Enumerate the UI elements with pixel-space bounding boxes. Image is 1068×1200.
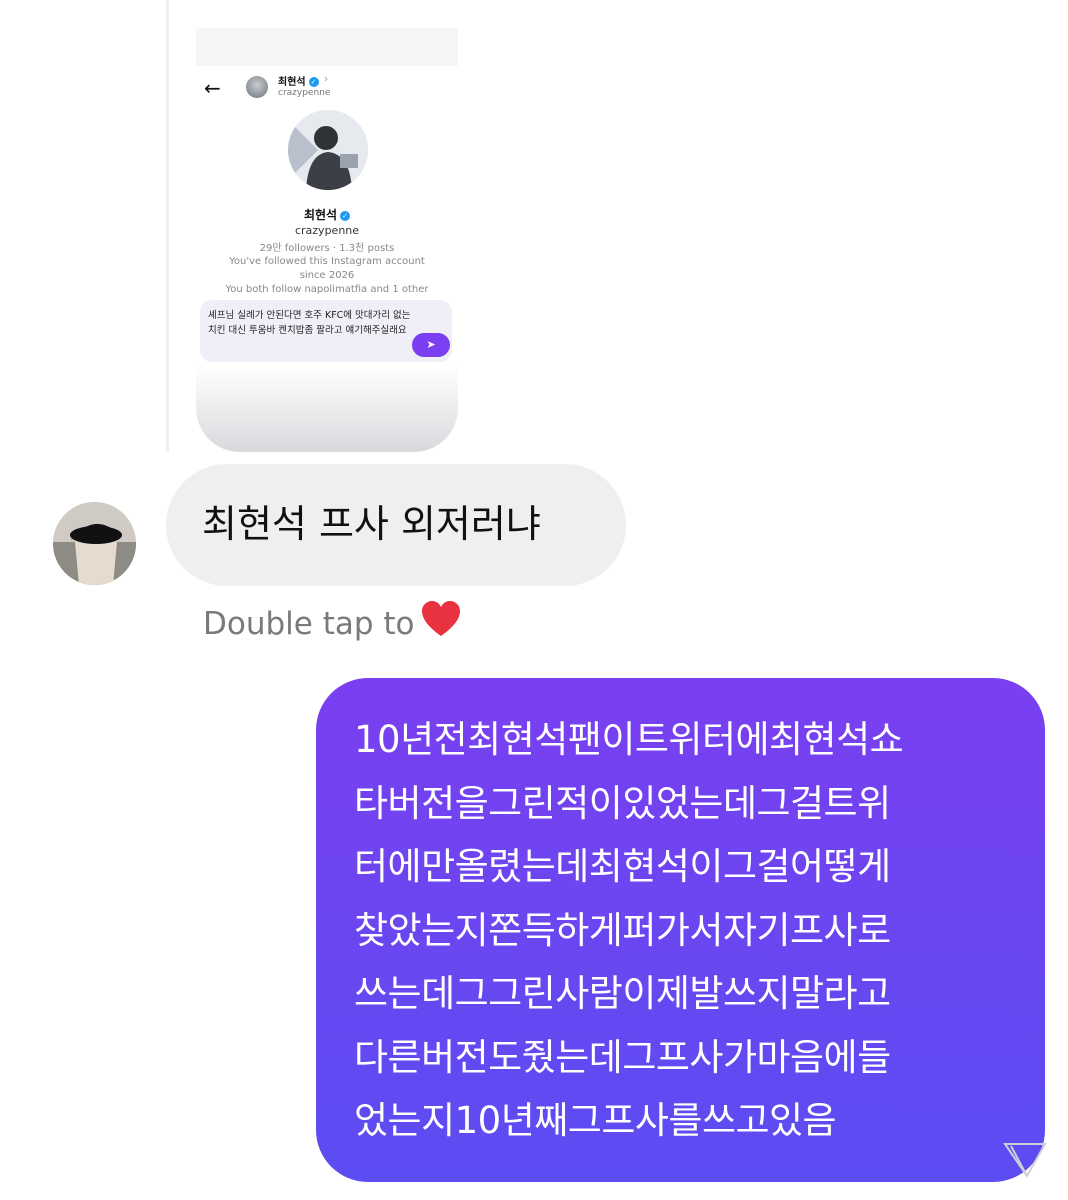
compose-text: 셰프님 실례가 안된다면 호주 KFC에 맛대가리 없는 치킨 대신 투움바 켄… [208, 310, 411, 336]
profile-header-handle: crazypenne [278, 88, 331, 98]
sent-message-text: 10년전최현석팬이트위터에최현석쇼 타버전을그린적이있었는데그걸트위 터에만올렸… [354, 708, 904, 1153]
sent-message-line: 타버전을그린적이있었는데그걸트위 [354, 781, 891, 825]
chevron-right-icon: › [324, 74, 328, 85]
message-compose-box[interactable]: 셰프님 실례가 안된다면 호주 KFC에 맛대가리 없는 치킨 대신 투움바 켄… [200, 300, 452, 362]
received-message-bubble[interactable]: 최현석 프사 외저러냐 [166, 464, 626, 586]
double-tap-hint: Double tap to [203, 600, 461, 650]
sent-message-line: 터에만올렸는데최현석이그걸어떻게 [354, 845, 891, 888]
heart-icon[interactable] [421, 600, 461, 650]
back-arrow-icon: ← [204, 76, 221, 100]
received-message-text: 최현석 프사 외저러냐 [202, 502, 541, 546]
mutual-followers: You both follow napolimatfia and 1 other [225, 284, 429, 295]
profile-handle: crazypenne [294, 224, 360, 237]
profile-stats: 29만 followers · 1.3천 posts [259, 243, 395, 254]
reply-thread-line [166, 0, 169, 452]
sent-message-line: 찾았는지쫀득하게퍼가서자기프사로 [354, 908, 891, 952]
profile-name: 최현석 ✓ [196, 206, 458, 223]
profile-avatar [288, 110, 368, 190]
send-icon[interactable]: ➤ [412, 333, 450, 357]
sent-message-line: 쓰는데그그린사람이제발쓰지말라고 [354, 972, 891, 1015]
seen-icon [1003, 1140, 1047, 1184]
verified-icon: ✓ [308, 77, 319, 87]
shared-screenshot[interactable]: ← 최현석 ✓ crazypenne › 최현석 ✓ crazypenne 29만 … [196, 28, 458, 452]
sent-message-bubble[interactable]: 10년전최현석팬이트위터에최현석쇼 타버전을그린적이있었는데그걸트위 터에만올렸… [316, 678, 1045, 1182]
sender-avatar[interactable] [53, 502, 136, 585]
verified-icon: ✓ [340, 211, 351, 221]
sent-message-line: 었는지10년째그프사를쓰고있음 [354, 1099, 837, 1142]
profile-mini-avatar [246, 76, 268, 98]
follow-since: You've followed this Instagram account s… [229, 256, 425, 281]
sent-message-line: 다른버전도줬는데그프사가마음에들 [354, 1035, 891, 1079]
profile-header-name: 최현석 ✓ [278, 73, 319, 88]
screenshot-fade [196, 366, 458, 452]
sent-message-line: 10년전최현석팬이트위터에최현석쇼 [354, 718, 904, 761]
screenshot-status-area [196, 28, 458, 66]
